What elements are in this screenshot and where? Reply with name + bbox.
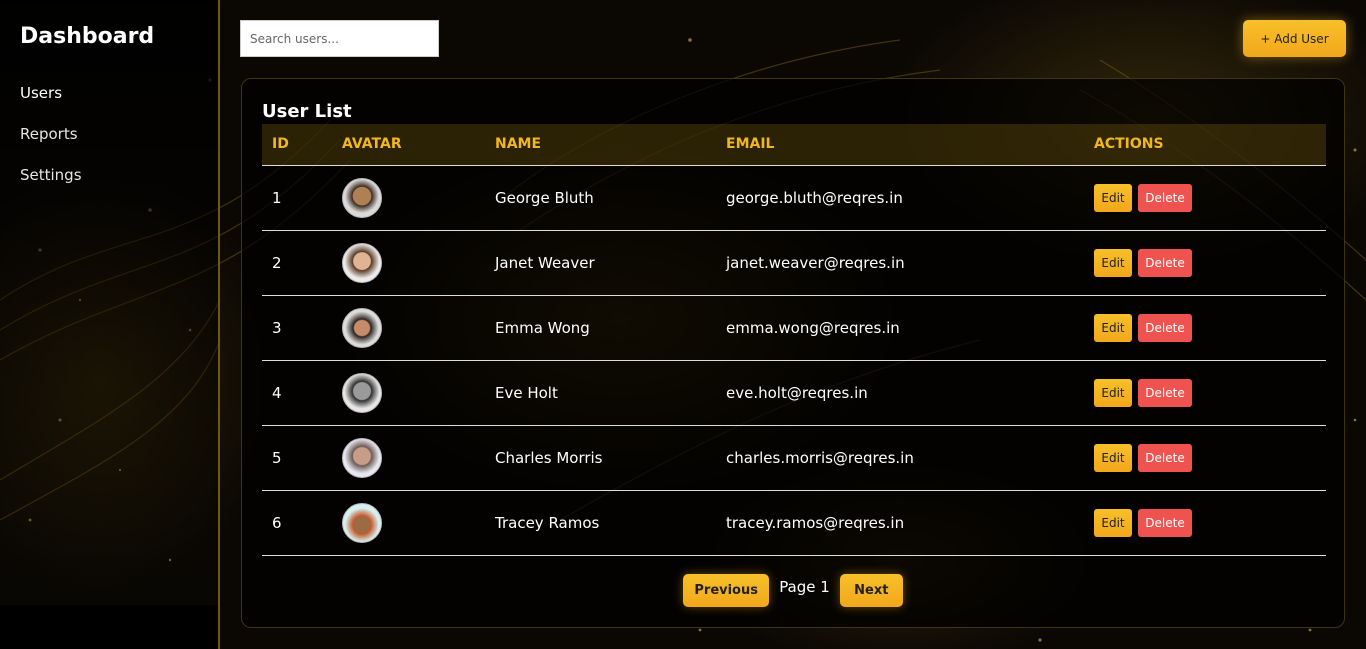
page-indicator: Page 1 <box>779 577 830 596</box>
user-id: 5 <box>262 425 332 491</box>
user-id: 4 <box>262 360 332 426</box>
previous-page-button[interactable]: Previous <box>683 574 770 607</box>
user-name: Eve Holt <box>485 360 716 426</box>
user-id: 3 <box>262 295 332 361</box>
avatar <box>342 437 382 478</box>
next-page-button[interactable]: Next <box>839 574 903 607</box>
column-header-name: NAME <box>485 124 716 166</box>
user-email: eve.holt@reqres.in <box>716 360 1084 426</box>
table-row: 2 Janet Weaver janet.weaver@reqres.in Ed… <box>262 230 1326 296</box>
edit-button[interactable]: Edit <box>1094 248 1132 277</box>
table-row: 4 Eve Holt eve.holt@reqres.in Edit Delete <box>262 360 1326 426</box>
delete-button[interactable]: Delete <box>1138 313 1192 342</box>
user-email: charles.morris@reqres.in <box>716 425 1084 491</box>
user-id: 1 <box>262 165 332 231</box>
avatar <box>342 307 382 348</box>
sidebar-item-settings[interactable]: Settings <box>20 165 82 206</box>
search-input[interactable] <box>240 20 439 57</box>
avatar <box>342 177 382 218</box>
user-name: Charles Morris <box>485 425 716 491</box>
avatar <box>342 502 382 543</box>
delete-button[interactable]: Delete <box>1138 443 1192 472</box>
edit-button[interactable]: Edit <box>1094 508 1132 537</box>
user-name: George Bluth <box>485 165 716 231</box>
table-row: 5 Charles Morris charles.morris@reqres.i… <box>262 425 1326 491</box>
avatar <box>342 372 382 413</box>
sidebar-nav: Users Reports Settings <box>20 83 82 206</box>
edit-button[interactable]: Edit <box>1094 313 1132 342</box>
user-table: ID AVATAR NAME EMAIL ACTIONS 1 George Bl… <box>262 124 1326 556</box>
delete-button[interactable]: Delete <box>1138 378 1192 407</box>
column-header-actions: ACTIONS <box>1084 124 1326 166</box>
sidebar-item-users[interactable]: Users <box>20 83 82 124</box>
user-name: Tracey Ramos <box>485 490 716 556</box>
sidebar: Dashboard Users Reports Settings <box>0 0 220 649</box>
table-header-row: ID AVATAR NAME EMAIL ACTIONS <box>262 124 1326 166</box>
main-content: + Add User User List ID AVATAR NAME EMAI… <box>220 0 1366 649</box>
column-header-email: EMAIL <box>716 124 1084 166</box>
card-title: User List <box>262 101 352 122</box>
table-row: 3 Emma Wong emma.wong@reqres.in Edit Dele… <box>262 295 1326 361</box>
user-email: emma.wong@reqres.in <box>716 295 1084 361</box>
delete-button[interactable]: Delete <box>1138 508 1192 537</box>
user-id: 2 <box>262 230 332 296</box>
user-email: george.bluth@reqres.in <box>716 165 1084 231</box>
edit-button[interactable]: Edit <box>1094 378 1132 407</box>
delete-button[interactable]: Delete <box>1138 183 1192 212</box>
user-name: Emma Wong <box>485 295 716 361</box>
user-email: janet.weaver@reqres.in <box>716 230 1084 296</box>
column-header-avatar: AVATAR <box>332 124 485 166</box>
add-user-button[interactable]: + Add User <box>1243 20 1346 57</box>
user-list-card: User List ID AVATAR NAME EMAIL ACTIONS 1… <box>241 78 1345 628</box>
edit-button[interactable]: Edit <box>1094 443 1132 472</box>
sidebar-item-reports[interactable]: Reports <box>20 124 82 165</box>
pagination: Previous Page 1 Next <box>242 574 1344 607</box>
avatar <box>342 242 382 283</box>
column-header-id: ID <box>262 124 332 166</box>
user-name: Janet Weaver <box>485 230 716 296</box>
user-email: tracey.ramos@reqres.in <box>716 490 1084 556</box>
table-row: 1 George Bluth george.bluth@reqres.in Ed… <box>262 165 1326 231</box>
edit-button[interactable]: Edit <box>1094 183 1132 212</box>
delete-button[interactable]: Delete <box>1138 248 1192 277</box>
user-id: 6 <box>262 490 332 556</box>
table-row: 6 Tracey Ramos tracey.ramos@reqres.in Ed… <box>262 490 1326 556</box>
sidebar-title: Dashboard <box>20 24 155 49</box>
